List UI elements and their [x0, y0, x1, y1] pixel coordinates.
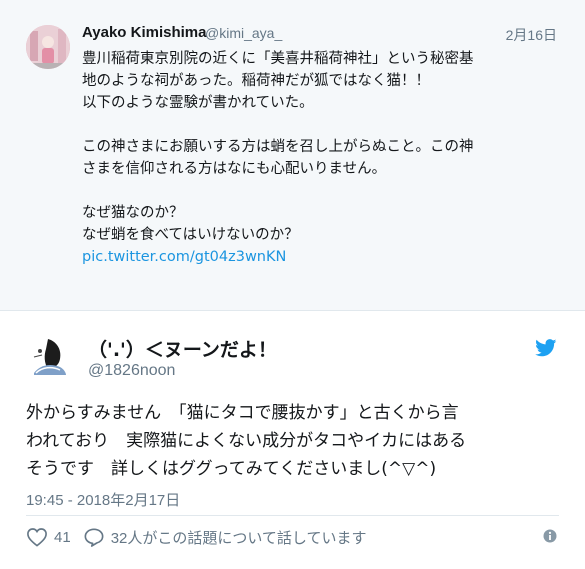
like-button[interactable]: 41: [26, 527, 71, 547]
reply-tweet: （'.'）＜ヌーンだよ！ @1826noon 外からすみません 「猫にタコで腰抜…: [0, 311, 585, 569]
quoted-text-line: 以下のような霊験が書かれていた。: [82, 95, 314, 111]
author-avatar[interactable]: [26, 333, 74, 381]
like-count: 41: [54, 528, 71, 546]
quoted-pic-link[interactable]: pic.twitter.com/gt04z3wnKN: [82, 246, 522, 268]
author-handle[interactable]: @1826noon: [88, 362, 175, 380]
twitter-bird-icon[interactable]: [535, 339, 557, 357]
conversation-button[interactable]: 32人がこの話題について話しています: [83, 527, 367, 548]
tweet-timestamp[interactable]: 19:45 - 2018年2月17日: [26, 489, 180, 510]
tweet-actions: 41 32人がこの話題について話しています: [26, 526, 378, 548]
quoted-tweet[interactable]: Ayako Kimishima @kimi_aya_ 2月16日 豊川稲荷東京別…: [0, 0, 585, 311]
quoted-author-handle[interactable]: @kimi_aya_: [205, 25, 282, 41]
tweet-text-line: 外からすみません 「猫にタコで腰抜かす」と古くから言: [26, 403, 459, 423]
conversation-text: 32人がこの話題について話しています: [110, 529, 367, 547]
quoted-text-line: さまを信仰される方はなにも心配いりません。: [82, 161, 387, 177]
divider: [26, 515, 559, 516]
quoted-tweet-date[interactable]: 2月16日: [506, 25, 557, 45]
quoted-text-line: なぜ猫なのか？: [82, 205, 184, 221]
quoted-tweet-text: 豊川稲荷東京別院の近くに「美喜井稲荷神社」という秘密基 地のような祠があった。稲…: [82, 48, 522, 268]
quoted-author-avatar[interactable]: [26, 25, 70, 69]
tweet-text: 外からすみません 「猫にタコで腰抜かす」と古くから言 われており 実際猫によくな…: [26, 399, 566, 483]
quoted-text-gap: [82, 180, 522, 202]
author-name[interactable]: （'.'）＜ヌーンだよ！: [88, 335, 277, 362]
quoted-text-line: 豊川稲荷東京別院の近くに「美喜井稲荷神社」という秘密基: [82, 51, 474, 67]
quoted-text-line: 地のような祠があった。稲荷神だが狐ではなく猫！！: [82, 73, 430, 89]
tweet-text-line: そうです 詳しくはググってみてくださいまし(^▽^): [26, 459, 437, 479]
quoted-text-line: この神さまにお願いする方は蛸を召し上がらぬこと。この神: [82, 139, 474, 155]
quoted-text-line: なぜ蛸を食べてはいけないのか？: [82, 227, 299, 243]
quoted-text-gap: [82, 114, 522, 136]
info-icon[interactable]: [543, 529, 557, 543]
heart-icon: [27, 528, 47, 547]
quoted-author-name[interactable]: Ayako Kimishima: [82, 24, 207, 41]
speech-bubble-icon: [84, 528, 104, 547]
tweet-text-line: われており 実際猫によくない成分がタコやイカにはある: [26, 431, 467, 451]
